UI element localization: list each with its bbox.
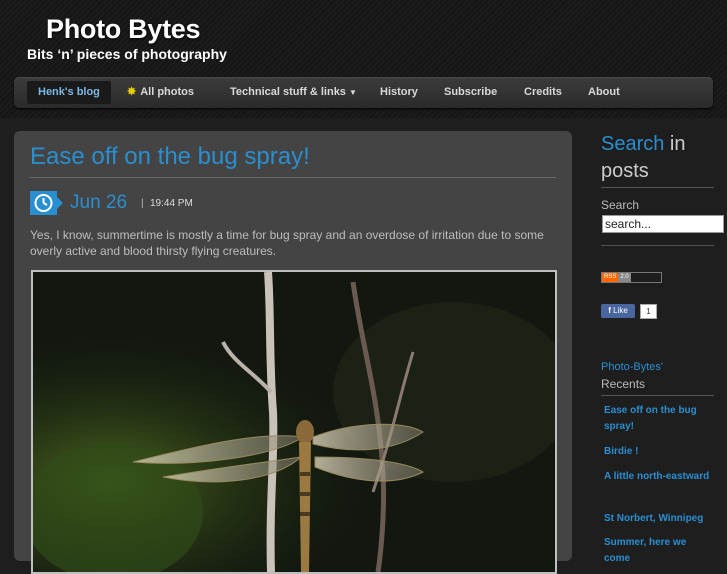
nav-history[interactable]: History: [380, 77, 418, 108]
rss-right-label: 2.0: [618, 273, 631, 282]
post-time: 19:44 PM: [150, 198, 193, 209]
recent-post-link[interactable]: Ease off on the bug spray!: [604, 403, 714, 435]
nav-label: Subscribe: [444, 86, 498, 98]
recents-title: Photo-Bytes': [601, 361, 664, 373]
nav-label: All photos: [140, 86, 194, 98]
facebook-f-icon: f: [608, 306, 611, 315]
nav-about[interactable]: About: [588, 77, 620, 108]
site-header: Photo Bytes Bits ‘n’ pieces of photograp…: [0, 0, 727, 118]
star-icon: ✸: [127, 86, 137, 98]
facebook-like-button[interactable]: f Like: [601, 304, 635, 318]
search-label: Search: [601, 198, 640, 212]
site-title[interactable]: Photo Bytes: [46, 14, 201, 45]
like-count: 1: [640, 304, 657, 319]
divider: [601, 245, 714, 246]
nav-label: Credits: [524, 86, 562, 98]
clock-icon: [30, 191, 57, 215]
date-pointer: [57, 197, 63, 209]
nav-subscribe[interactable]: Subscribe: [444, 77, 497, 108]
date-separator: |: [141, 198, 144, 209]
main-nav: Henk's blog ✸ All photos Technical stuff …: [14, 77, 713, 108]
divider: [601, 395, 714, 396]
search-heading-accent: Search: [601, 133, 665, 155]
rss-button[interactable]: RSS 2.0: [601, 272, 662, 283]
search-input[interactable]: [602, 215, 724, 233]
post-date: Jun 26: [70, 192, 128, 213]
recents-subtitle: Recents: [601, 377, 646, 391]
post-photo-dragonfly[interactable]: [31, 270, 557, 574]
rss-left-label: RSS: [602, 273, 619, 282]
recent-post-link[interactable]: Summer, here we come: [604, 535, 714, 567]
nav-label: History: [380, 86, 418, 98]
like-label: Like: [613, 306, 628, 315]
sidebar: Search in posts Search RSS2.0 f Like 1 P…: [587, 131, 727, 564]
divider: [601, 187, 714, 188]
nav-label: Henk's blog: [38, 86, 100, 98]
recent-post-link[interactable]: St Norbert, Winnipeg: [604, 511, 714, 527]
chevron-down-icon: ▼: [348, 88, 357, 97]
nav-henks-blog[interactable]: Henk's blog: [27, 81, 111, 104]
nav-label: Technical stuff & links: [230, 86, 346, 98]
nav-technical-stuff[interactable]: Technical stuff & links ▼: [230, 77, 357, 108]
post-body: Yes, I know, summertime is mostly a time…: [30, 228, 544, 258]
search-heading: Search in posts: [601, 131, 727, 185]
recent-post-link[interactable]: Birdie !: [604, 444, 714, 460]
site-subtitle: Bits ‘n’ pieces of photography: [27, 46, 227, 62]
recent-post-link[interactable]: A little north-eastward: [604, 469, 714, 485]
divider: [30, 177, 556, 178]
nav-label: About: [588, 86, 620, 98]
nav-credits[interactable]: Credits: [524, 77, 562, 108]
post-title[interactable]: Ease off on the bug spray!: [30, 143, 310, 171]
post-panel: Ease off on the bug spray! Jun 26 | 19:4…: [14, 131, 572, 574]
nav-all-photos[interactable]: ✸ All photos: [127, 77, 194, 108]
